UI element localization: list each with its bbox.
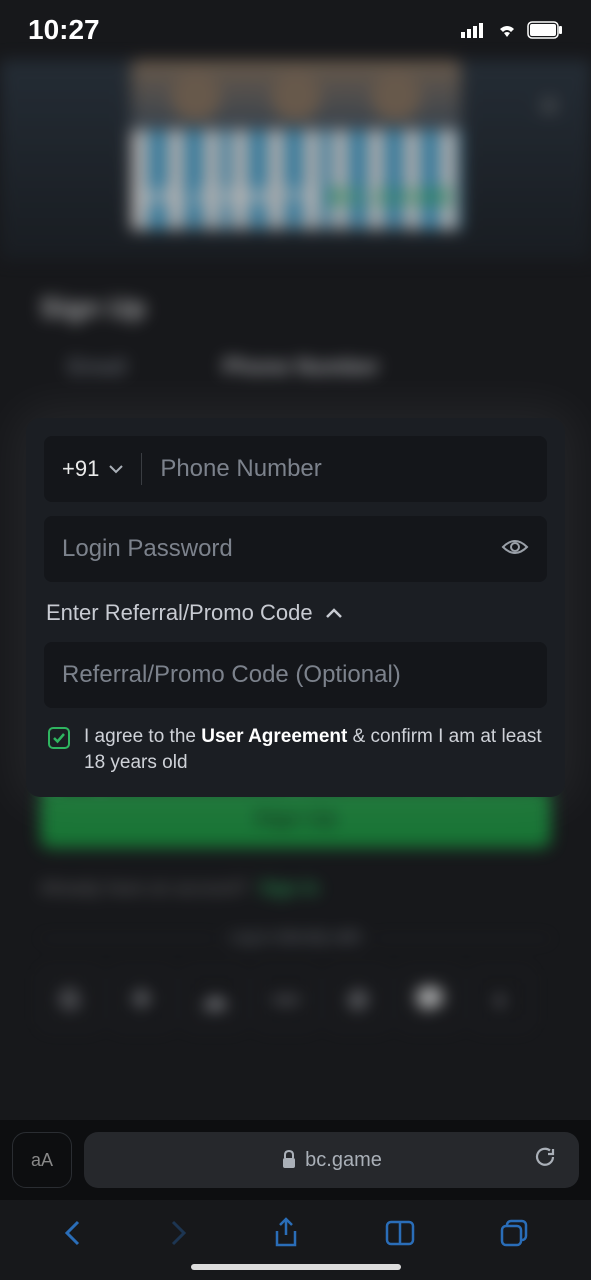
social-google[interactable]: G: [40, 969, 100, 1029]
status-time: 10:27: [28, 14, 100, 46]
tab-phone[interactable]: Phone Number: [195, 344, 407, 390]
refresh-icon[interactable]: [533, 1145, 557, 1175]
agreement-text: I agree to the User Agreement & confirm …: [84, 724, 543, 775]
agreement-row[interactable]: I agree to the User Agreement & confirm …: [44, 722, 547, 779]
phone-input[interactable]: [160, 455, 529, 483]
country-code-select[interactable]: +91: [62, 456, 141, 482]
social-login-row: G ✈ ☁ 〰 ⊘ 💬 ◐: [0, 947, 591, 1051]
hero-title: WELCOME TO BC.GAME: [135, 184, 456, 212]
already-account: Already have an account? Sign In: [0, 848, 591, 929]
eye-icon[interactable]: [501, 537, 529, 562]
social-line[interactable]: 💬: [400, 969, 460, 1029]
signal-icon: [461, 22, 487, 38]
promo-field[interactable]: [44, 642, 547, 708]
browser-nav-bar: [0, 1200, 591, 1270]
social-metamask[interactable]: 〰: [256, 969, 316, 1029]
password-field[interactable]: [44, 516, 547, 582]
back-button[interactable]: [62, 1218, 84, 1253]
share-button[interactable]: [272, 1217, 300, 1254]
lock-icon: [281, 1150, 297, 1170]
close-icon[interactable]: ✕: [538, 90, 561, 123]
tab-email[interactable]: Email: [40, 344, 155, 390]
bookmarks-button[interactable]: [384, 1219, 416, 1252]
chevron-up-icon: [325, 607, 343, 619]
url-field[interactable]: bc.game: [84, 1132, 579, 1188]
wifi-icon: [495, 21, 519, 39]
page-title: Sign Up: [0, 260, 591, 344]
social-wallet[interactable]: ☁: [184, 969, 244, 1029]
social-steam[interactable]: ◐: [472, 969, 532, 1029]
status-icons: [461, 21, 563, 39]
user-agreement-link[interactable]: User Agreement: [201, 726, 347, 747]
check-icon: [52, 732, 66, 744]
signup-tabs: Email Phone Number: [0, 344, 591, 390]
promo-toggle[interactable]: Enter Referral/Promo Code: [44, 596, 547, 642]
promo-input[interactable]: [62, 661, 529, 689]
phone-field[interactable]: +91: [44, 436, 547, 502]
social-divider: Log in directly with: [0, 929, 591, 947]
password-input[interactable]: [62, 535, 501, 563]
signin-link[interactable]: Sign In: [259, 878, 319, 898]
social-whatsapp[interactable]: ⊘: [328, 969, 388, 1029]
browser-address-bar: aA bc.game: [0, 1120, 591, 1200]
battery-icon: [527, 21, 563, 39]
agreement-checkbox[interactable]: [48, 727, 70, 749]
chevron-down-icon: [109, 464, 123, 474]
status-bar: 10:27: [0, 0, 591, 60]
social-telegram[interactable]: ✈: [112, 969, 172, 1029]
forward-button[interactable]: [167, 1218, 189, 1253]
text-size-button[interactable]: aA: [12, 1132, 72, 1188]
signup-form-panel: +91 Enter Referral/Promo Code I agree to…: [26, 418, 565, 797]
home-indicator[interactable]: [191, 1264, 401, 1270]
hero-subtitle: START YOUR GAME JOURNEY NOW!: [176, 218, 415, 232]
tabs-button[interactable]: [499, 1218, 529, 1253]
hero-banner: ✕ WELCOME TO BC.GAME START YOUR GAME JOU…: [0, 60, 591, 260]
